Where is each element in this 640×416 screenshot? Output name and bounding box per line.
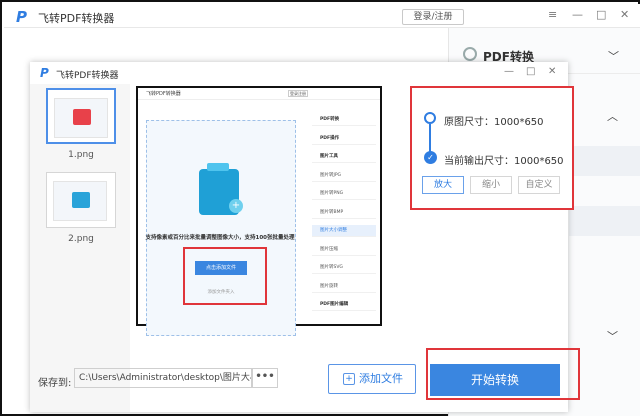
maximize-icon[interactable]: □ xyxy=(596,8,606,21)
add-file-button[interactable]: + 添加文件 xyxy=(328,364,416,394)
save-path-input[interactable]: C:\Users\Administrator\desktop\图片大小调整 xyxy=(74,368,252,388)
folder-tab xyxy=(207,163,229,171)
preview-sidebar-item: PDF转换 xyxy=(312,114,376,126)
preview-header: 飞转PDF转换器 登录注册 xyxy=(138,88,380,100)
thumbnail-preview xyxy=(54,98,108,138)
app-title: 飞转PDF转换器 xyxy=(38,12,115,25)
dialog-header: P 飞转PDF转换器 — □ ✕ xyxy=(30,62,568,84)
menu-icon[interactable]: ≡ xyxy=(548,8,557,21)
thumbnail-label: 1.png xyxy=(68,150,94,160)
convert-icon xyxy=(463,47,477,61)
dialog-minimize-icon[interactable]: — xyxy=(504,66,514,77)
preview-sidebar-item: 图片工具 xyxy=(312,151,376,163)
thumbnail-preview xyxy=(53,181,107,221)
highlight-box xyxy=(183,247,267,305)
minimize-icon[interactable]: — xyxy=(572,8,583,21)
preview-sidebar: PDF转换 PDF操作图片工具图片转JPG 图片转PNG 图片转BMP 图片大小调整 图片… xyxy=(310,110,380,324)
preview-sidebar-item: 图片大小调整 xyxy=(312,225,376,237)
preview-sidebar-item: 图片转SVG xyxy=(312,262,376,274)
add-file-label: 添加文件 xyxy=(359,372,403,385)
chevron-down-icon[interactable]: ﹀ xyxy=(607,328,618,344)
preview-title: 飞转PDF转换器 xyxy=(146,91,181,97)
preview-drop-area: + 支持像素或百分比来批量调整图像大小，支持100张批量处理 点击添加文件 添加… xyxy=(146,120,296,336)
preview-sidebar-item: 图片压缩 xyxy=(312,244,376,256)
panel-stripe xyxy=(569,146,640,176)
thumbnail-list: 1.png 2.png xyxy=(30,84,130,412)
save-label: 保存到: xyxy=(38,378,72,389)
chevron-up-icon[interactable]: ︿ xyxy=(607,108,618,124)
preview-login: 登录注册 xyxy=(288,90,308,97)
add-file-icon: + xyxy=(343,373,355,385)
preview-sidebar-item: 图片转BMP xyxy=(312,207,376,219)
dialog-logo-icon: P xyxy=(40,66,49,80)
thumbnail-2[interactable] xyxy=(46,172,116,228)
login-button[interactable]: 登录/注册 xyxy=(402,9,464,25)
app-window: P 飞转PDF转换器 登录/注册 ≡ — □ ✕ PDF转换 ﹀ ︿ ﹀ P 飞… xyxy=(0,0,640,416)
folder-icon xyxy=(72,192,90,208)
preview-sidebar-item: PDF操作 xyxy=(312,133,376,145)
highlight-box xyxy=(426,348,580,400)
plus-icon: + xyxy=(229,199,243,213)
preview-sidebar-item: 图片转PNG xyxy=(312,188,376,200)
dialog-title: 飞转PDF转换器 xyxy=(56,71,119,81)
size-settings-panel: ✓ 原图尺寸：1000*650 当前输出尺寸：1000*650 放大 缩小 自定… xyxy=(410,86,574,210)
folder-icon: + xyxy=(199,163,243,215)
panel-stripe xyxy=(569,206,640,236)
app-logo-icon: P xyxy=(16,8,27,26)
drop-instruction: 支持像素或百分比来批量调整图像大小，支持100张批量处理 xyxy=(145,235,295,241)
preview-sidebar-item: 图片转JPG xyxy=(312,170,376,182)
dialog-close-icon[interactable]: ✕ xyxy=(548,66,556,77)
browse-button[interactable]: ••• xyxy=(252,368,278,388)
highlight-box xyxy=(410,86,574,210)
preview-sidebar-item: PDF图片编辑 xyxy=(312,299,376,311)
thumbnail-1[interactable] xyxy=(46,88,116,144)
preview-sidebar-item: 图片旋转 xyxy=(312,281,376,293)
thumbnail-label: 2.png xyxy=(68,234,94,244)
title-bar: P 飞转PDF转换器 登录/注册 ≡ — □ ✕ xyxy=(4,4,640,28)
folder-icon xyxy=(73,109,91,125)
image-preview: 飞转PDF转换器 登录注册 + 支持像素或百分比来批量调整图像大小，支持100张… xyxy=(136,86,382,336)
chevron-down-icon[interactable]: ﹀ xyxy=(608,48,619,64)
close-icon[interactable]: ✕ xyxy=(620,8,629,21)
dialog-maximize-icon[interactable]: □ xyxy=(526,66,535,77)
